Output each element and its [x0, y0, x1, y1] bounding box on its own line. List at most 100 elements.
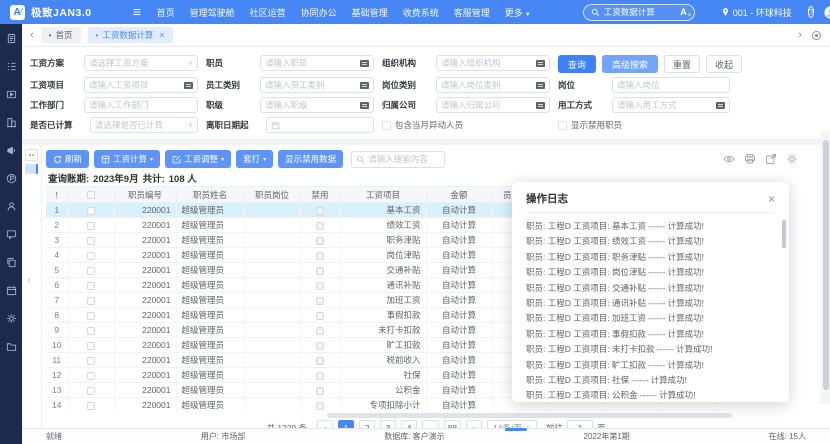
grid-search-input[interactable] [368, 154, 440, 164]
list-icon[interactable] [6, 61, 17, 72]
salary-calc-button[interactable]: 工资计算▾ [94, 150, 160, 168]
employee-type-picker[interactable] [260, 77, 374, 93]
reset-button[interactable]: 重置 [664, 55, 700, 73]
calculated-input[interactable] [95, 120, 185, 130]
post-type-input[interactable] [441, 80, 533, 90]
row-checkbox[interactable] [87, 222, 95, 230]
nav-item-fee-system[interactable]: 收费系统 [403, 6, 439, 19]
apps-grid-icon[interactable] [132, 7, 142, 17]
salary-item-picker[interactable] [84, 77, 198, 93]
tree-selected-indicator[interactable] [25, 164, 38, 174]
row-checkbox[interactable] [87, 207, 95, 215]
gear-icon[interactable] [6, 313, 17, 324]
row-checkbox[interactable] [87, 342, 95, 350]
picker-icon[interactable] [360, 82, 369, 89]
calculated-select[interactable]: ∨ [90, 117, 198, 133]
h-scroll-thumb[interactable] [327, 413, 733, 418]
video-icon[interactable] [6, 89, 17, 100]
refresh-button[interactable]: 刷新 [46, 150, 89, 168]
row-checkbox[interactable] [87, 387, 95, 395]
folder-icon[interactable] [6, 341, 17, 352]
megaphone-icon[interactable] [6, 145, 17, 156]
query-button[interactable]: 查询 [558, 55, 596, 73]
employment-type-input[interactable] [617, 100, 713, 110]
post-input-box[interactable] [612, 77, 730, 93]
nav-item-community[interactable]: 社区运营 [250, 6, 286, 19]
salary-adjust-button[interactable]: 工资调整▾ [165, 150, 231, 168]
organization-input[interactable] [441, 58, 533, 68]
nav-item-dashboard[interactable]: 管理驾驶舱 [190, 6, 235, 19]
close-icon[interactable]: × [159, 30, 164, 40]
parking-icon[interactable] [6, 173, 17, 184]
picker-icon[interactable] [536, 82, 545, 89]
org-selector[interactable]: 001 - 环球科技 [721, 6, 792, 19]
department-input[interactable] [89, 100, 193, 110]
horizontal-scrollbar[interactable] [46, 413, 826, 419]
tabs-scroll-right-icon[interactable]: › [798, 29, 802, 41]
bottom-scroll-thumb[interactable] [505, 428, 527, 431]
user-avatar-icon[interactable] [824, 6, 830, 19]
row-checkbox[interactable] [87, 402, 95, 410]
copy-icon[interactable] [6, 257, 17, 268]
batch-print-button[interactable]: 套打▾ [236, 150, 273, 168]
col-select[interactable] [68, 187, 114, 203]
leave-date-input[interactable] [283, 120, 369, 130]
rank-input[interactable] [265, 100, 357, 110]
user-icon[interactable] [6, 201, 17, 212]
printer-icon[interactable] [744, 153, 756, 165]
select-all-checkbox[interactable] [87, 191, 95, 199]
collapse-filters-button[interactable]: 收起 [706, 55, 742, 73]
tab-home[interactable]: •首页 [41, 27, 81, 43]
global-search[interactable]: A [583, 4, 695, 21]
rank-picker[interactable] [260, 97, 374, 113]
leave-date-picker[interactable] [266, 117, 374, 133]
tabs-scroll-left-icon[interactable]: ‹ [30, 29, 34, 41]
nav-item-service[interactable]: 客服管理 [454, 6, 490, 19]
nav-item-base-mgmt[interactable]: 基础管理 [352, 6, 388, 19]
settings-icon[interactable] [786, 153, 798, 165]
row-checkbox[interactable] [87, 372, 95, 380]
organization-picker[interactable] [436, 55, 550, 71]
employee-type-input[interactable] [265, 80, 357, 90]
grid-search[interactable] [351, 151, 445, 168]
salary-item-input[interactable] [89, 80, 181, 90]
help-icon[interactable]: ? [808, 6, 814, 18]
row-checkbox[interactable] [87, 297, 95, 305]
building-icon[interactable] [6, 117, 17, 128]
post-type-picker[interactable] [436, 77, 550, 93]
include-current-month-checkbox[interactable]: 包含当月异动人员 [382, 117, 550, 133]
picker-icon[interactable] [360, 102, 369, 109]
picker-icon[interactable] [536, 102, 545, 109]
nav-item-home[interactable]: 首页 [157, 6, 175, 19]
export-icon[interactable] [765, 153, 777, 165]
picker-icon[interactable] [716, 102, 725, 109]
close-icon[interactable]: × [768, 193, 775, 205]
dialog-scroll-thumb[interactable] [782, 220, 786, 248]
employee-picker[interactable] [260, 55, 374, 71]
global-search-input[interactable] [604, 7, 677, 17]
vertical-scroll-thumb[interactable] [823, 140, 829, 390]
nav-item-more[interactable]: 更多▼ [505, 6, 531, 19]
chat-icon[interactable] [6, 229, 17, 240]
row-checkbox[interactable] [87, 267, 95, 275]
advanced-search-button[interactable]: 高级搜索 [602, 55, 658, 73]
post-input[interactable] [617, 80, 725, 90]
employment-type-picker[interactable] [612, 97, 730, 113]
row-checkbox[interactable] [87, 252, 95, 260]
employee-input[interactable] [265, 58, 357, 68]
eye-icon[interactable] [723, 153, 735, 165]
row-checkbox[interactable] [87, 327, 95, 335]
panel-collapse-icon[interactable]: ‹ [27, 275, 31, 287]
salary-plan-select[interactable]: ∨ [84, 55, 198, 71]
calendar-icon[interactable] [6, 285, 17, 296]
salary-plan-input[interactable] [89, 58, 185, 68]
tab-options-icon[interactable] [811, 30, 822, 41]
picker-icon[interactable] [360, 60, 369, 67]
company-input[interactable] [441, 100, 533, 110]
row-checkbox[interactable] [87, 312, 95, 320]
show-disabled-staff-checkbox[interactable]: 显示禁用职员 [558, 117, 730, 133]
nav-item-office[interactable]: 协同办公 [301, 6, 337, 19]
department-input-box[interactable] [84, 97, 198, 113]
picker-icon[interactable] [536, 60, 545, 67]
row-checkbox[interactable] [87, 237, 95, 245]
